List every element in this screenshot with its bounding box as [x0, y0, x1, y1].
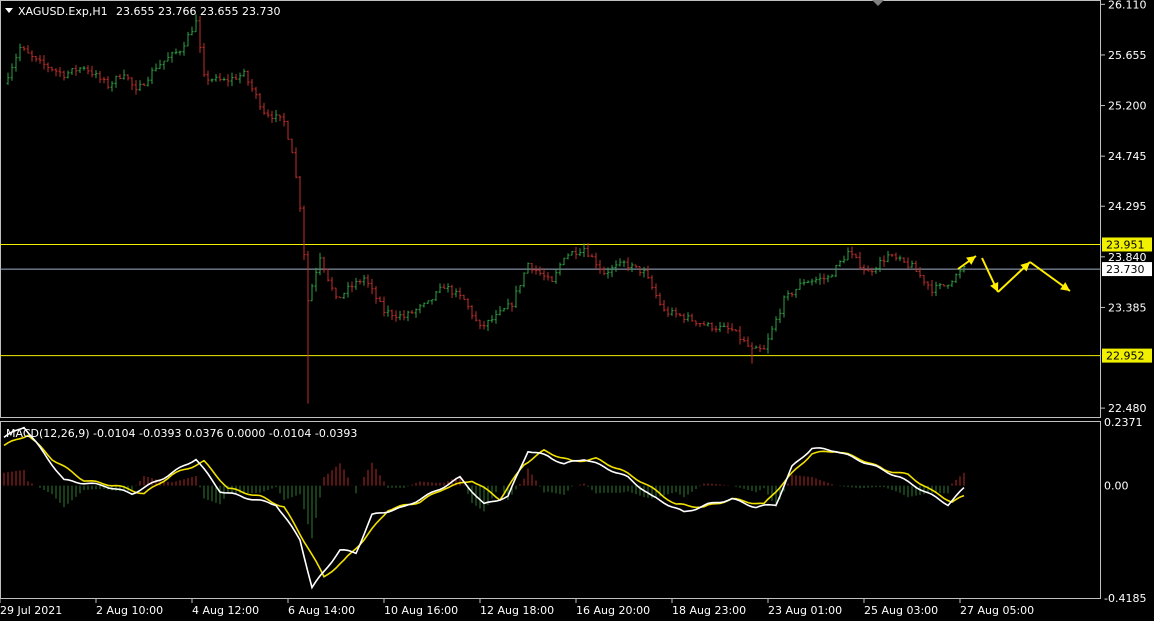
time-tick-label: 4 Aug 12:00: [192, 604, 259, 617]
time-tick-label: 2 Aug 10:00: [96, 604, 163, 617]
price-tick-label: 24.295: [1108, 200, 1147, 213]
macd-label: MACD(12,26,9) -0.0104 -0.0393 0.0376 0.0…: [6, 427, 357, 440]
symbol-label: XAGUSD.Exp,H1: [18, 5, 108, 18]
level-price-label-2: 22.952: [1106, 350, 1145, 363]
macd-tick-label: -0.4185: [1104, 592, 1146, 605]
price-tick-label: 26.110: [1108, 0, 1147, 11]
time-tick-label: 27 Aug 05:00: [960, 604, 1034, 617]
level-price-label-1: 23.951: [1106, 238, 1145, 251]
time-tick-label: 6 Aug 14:00: [288, 604, 355, 617]
price-tick-label: 25.655: [1108, 49, 1147, 62]
price-tick-label: 22.480: [1108, 402, 1147, 415]
macd-tick-label: 0.00: [1104, 480, 1129, 493]
time-tick-label: 12 Aug 18:00: [480, 604, 554, 617]
macd-tick-label: 0.2371: [1104, 416, 1143, 429]
time-tick-label: 18 Aug 23:00: [672, 604, 746, 617]
time-tick-label: 10 Aug 16:00: [384, 604, 458, 617]
main-pane[interactable]: [0, 0, 1101, 418]
time-tick-label: 29 Jul 2021: [0, 604, 62, 617]
price-tick-label: 25.200: [1108, 100, 1147, 113]
trading-chart[interactable]: 26.110 25.655 25.200 24.745 24.295 23.840 23.3…: [0, 0, 1154, 621]
price-axis[interactable]: 26.110 25.655 25.200 24.745 24.295 23.840 23.3…: [1101, 0, 1152, 415]
ohlc-values: 23.655 23.766 23.655 23.730: [116, 5, 280, 18]
macd-axis[interactable]: 0.2371 0.00 -0.4185: [1104, 416, 1146, 605]
price-tick-label: 23.385: [1108, 301, 1147, 314]
macd-pane[interactable]: [0, 421, 1101, 599]
time-tick-label: 25 Aug 03:00: [864, 604, 938, 617]
price-tick-label: 23.840: [1108, 251, 1147, 264]
time-tick-label: 16 Aug 20:00: [576, 604, 650, 617]
time-axis[interactable]: 29 Jul 2021 2 Aug 10:00 4 Aug 12:00 6 Aug 1…: [0, 599, 1034, 617]
current-price-label: 23.730: [1106, 263, 1145, 276]
price-tick-label: 24.745: [1108, 150, 1147, 163]
time-tick-label: 23 Aug 01:00: [768, 604, 842, 617]
